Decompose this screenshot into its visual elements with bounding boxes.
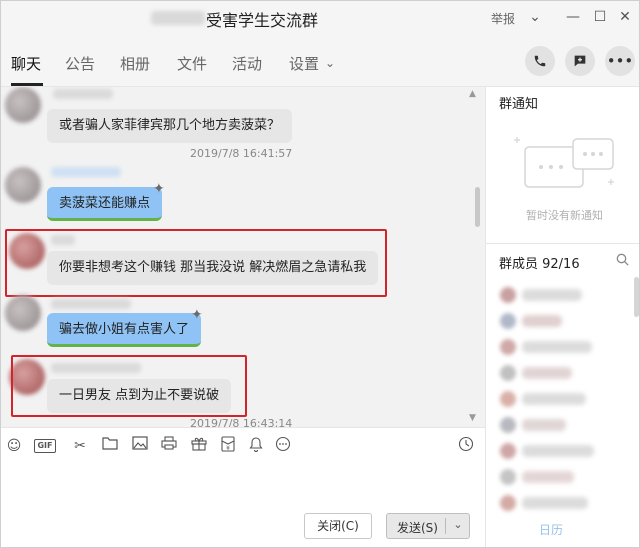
sender-name-blurred bbox=[51, 299, 131, 309]
member-name-blurred[interactable] bbox=[522, 419, 566, 431]
member-name-blurred[interactable] bbox=[522, 445, 594, 457]
bell-icon[interactable] bbox=[246, 436, 266, 456]
window-title: 受害学生交流群 bbox=[206, 11, 319, 30]
member-avatar[interactable] bbox=[500, 287, 516, 303]
scroll-up-icon[interactable]: ▲ bbox=[469, 89, 476, 99]
member-avatar[interactable] bbox=[500, 443, 516, 459]
add-chat-icon[interactable] bbox=[565, 46, 595, 76]
kite-icon: ✦ bbox=[153, 181, 165, 197]
input-toolbar: ☺ GIF ✂ ¥ bbox=[1, 427, 485, 463]
member-avatar[interactable] bbox=[500, 495, 516, 511]
timestamp: 2019/7/8 16:41:57 bbox=[190, 147, 293, 160]
emoji-icon[interactable]: ☺ bbox=[4, 436, 24, 456]
member-name-blurred[interactable] bbox=[522, 471, 574, 483]
close-button[interactable]: 关闭(C) bbox=[304, 513, 372, 539]
message-bubble[interactable]: 或者骗人家菲律宾那几个地方卖菠菜？ bbox=[47, 109, 293, 143]
title-blurred-prefix bbox=[151, 11, 205, 25]
member-avatar[interactable] bbox=[500, 365, 516, 381]
member-name-blurred[interactable] bbox=[522, 315, 562, 327]
scrollbar-thumb[interactable] bbox=[475, 187, 480, 227]
search-icon[interactable] bbox=[616, 253, 629, 270]
minimize-icon[interactable]: — bbox=[563, 7, 583, 27]
notice-empty-illustration bbox=[514, 137, 614, 188]
sender-name-blurred bbox=[53, 89, 113, 99]
panel-divider bbox=[486, 243, 639, 244]
avatar[interactable] bbox=[5, 295, 41, 331]
member-avatar[interactable] bbox=[500, 339, 516, 355]
maximize-icon[interactable]: ☐ bbox=[590, 7, 610, 27]
red-packet-icon[interactable]: ¥ bbox=[218, 436, 238, 456]
timestamp: 2019/7/8 16:43:14 bbox=[190, 417, 293, 427]
gift-icon[interactable] bbox=[189, 436, 209, 456]
tab-announcement[interactable]: 公告 bbox=[65, 53, 95, 74]
corner-watermark: 日历 bbox=[539, 523, 564, 537]
tab-album[interactable]: 相册 bbox=[120, 53, 150, 74]
image-icon[interactable] bbox=[130, 436, 150, 456]
active-tab-indicator bbox=[11, 83, 43, 86]
member-scrollbar[interactable] bbox=[634, 277, 639, 317]
history-icon[interactable] bbox=[456, 436, 476, 456]
tab-chat[interactable]: 聊天 bbox=[11, 53, 41, 74]
folder-icon[interactable] bbox=[100, 436, 120, 456]
scroll-down-icon[interactable]: ▼ bbox=[469, 413, 476, 423]
settings-chevron-icon[interactable]: ⌄ bbox=[325, 56, 335, 70]
print-icon[interactable] bbox=[159, 436, 179, 456]
highlight-box bbox=[11, 355, 247, 417]
chevron-down-icon[interactable]: ⌄ bbox=[525, 7, 545, 27]
notice-empty-text: 暂时没有新通知 bbox=[526, 209, 603, 222]
message-input[interactable]: 关闭(C) 发送(S) ⌄ bbox=[1, 463, 485, 547]
more-icon[interactable]: ••• bbox=[605, 46, 635, 76]
close-icon[interactable]: ✕ bbox=[615, 7, 635, 27]
kite-icon: ✦ bbox=[191, 307, 203, 323]
send-button[interactable]: 发送(S) ⌄ bbox=[386, 513, 470, 539]
avatar[interactable] bbox=[5, 167, 41, 203]
notice-title: 群通知 bbox=[499, 97, 539, 112]
send-button-label: 发送(S) bbox=[397, 521, 438, 535]
member-avatar[interactable] bbox=[500, 469, 516, 485]
member-avatar[interactable] bbox=[500, 391, 516, 407]
sender-name-blurred bbox=[51, 167, 121, 177]
scissors-icon[interactable]: ✂ bbox=[70, 436, 90, 456]
svg-text:¥: ¥ bbox=[226, 445, 230, 452]
title-bar: 受害学生交流群 举报 ⌄ — ☐ ✕ bbox=[1, 1, 639, 35]
highlight-box bbox=[5, 229, 387, 297]
phone-icon[interactable] bbox=[525, 46, 555, 76]
member-name-blurred[interactable] bbox=[522, 341, 592, 353]
message-list[interactable]: 或者骗人家菲律宾那几个地方卖菠菜？ 2019/7/8 16:41:57 卖菠菜还… bbox=[1, 87, 485, 427]
member-name-blurred[interactable] bbox=[522, 289, 582, 301]
tab-activity[interactable]: 活动 bbox=[232, 53, 262, 74]
chat-window: 受害学生交流群 举报 ⌄ — ☐ ✕ 聊天 公告 相册 文件 活动 设置 ⌄ •… bbox=[0, 0, 640, 548]
member-avatar[interactable] bbox=[500, 417, 516, 433]
poll-icon[interactable] bbox=[273, 436, 293, 456]
member-name-blurred[interactable] bbox=[522, 367, 572, 379]
member-name-blurred[interactable] bbox=[522, 497, 588, 509]
member-name-blurred[interactable] bbox=[522, 393, 586, 405]
members-title: 群成员 92/16 bbox=[499, 257, 580, 272]
right-panel: 群通知 暂时没有新通知 群成员 92/16 bbox=[485, 87, 639, 547]
tab-files[interactable]: 文件 bbox=[177, 53, 207, 74]
tab-bar: 聊天 公告 相册 文件 活动 设置 ⌄ ••• bbox=[1, 35, 639, 87]
message-bubble[interactable]: 卖菠菜还能赚点 bbox=[47, 187, 163, 221]
avatar[interactable] bbox=[5, 87, 41, 123]
message-bubble[interactable]: 骗去做小姐有点害人了 bbox=[47, 313, 202, 347]
report-link[interactable]: 举报 bbox=[491, 10, 515, 27]
chevron-down-icon[interactable]: ⌄ bbox=[449, 518, 467, 531]
tab-settings[interactable]: 设置 bbox=[289, 53, 319, 74]
send-divider bbox=[445, 518, 446, 534]
member-avatar[interactable] bbox=[500, 313, 516, 329]
gif-icon[interactable]: GIF bbox=[34, 439, 56, 453]
